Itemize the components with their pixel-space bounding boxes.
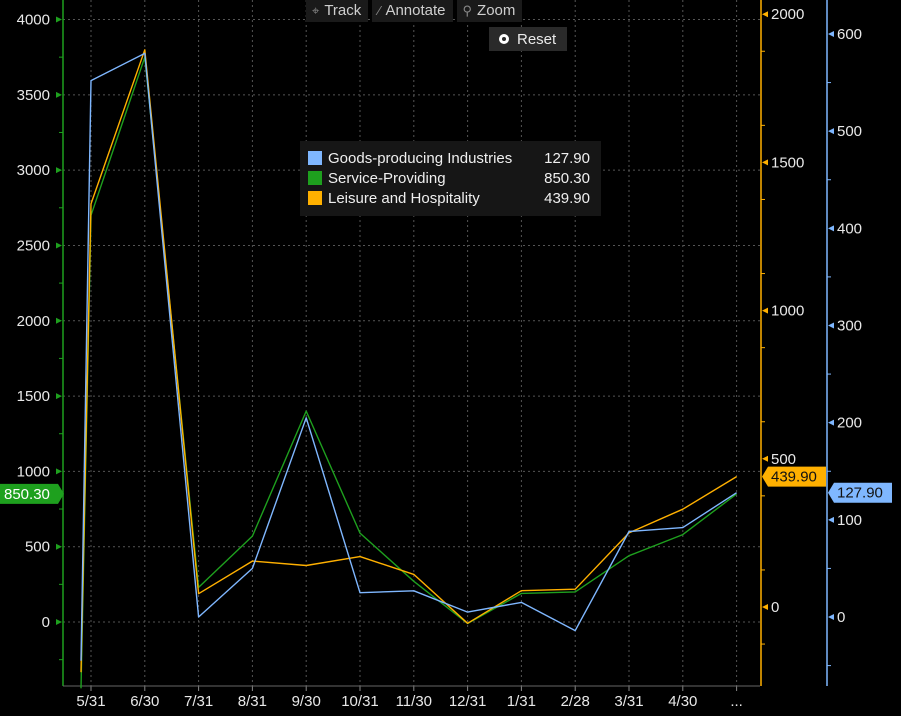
right-outer-tick-label: 300: [837, 317, 862, 334]
annotate-label: Annotate: [385, 2, 446, 19]
right-inner-tick-marker: [762, 11, 768, 18]
left-tick-label: 0: [42, 614, 50, 631]
legend-value: 127.90: [544, 149, 590, 167]
right-inner-tick-marker: [762, 604, 768, 610]
last-value-tag-label: 439.90: [771, 469, 817, 486]
track-button[interactable]: ⌖ Track: [306, 0, 369, 22]
right-outer-tick-label: 200: [837, 415, 862, 432]
left-tick-marker: [56, 16, 62, 23]
magnifier-icon: ⚲: [462, 2, 473, 18]
left-tick-label: 500: [25, 539, 50, 556]
x-tick-label: 4/30: [668, 693, 697, 710]
right-outer-tick-marker: [828, 419, 834, 426]
right-outer-tick-label: 600: [837, 26, 862, 43]
reset-label: Reset: [517, 30, 557, 48]
left-tick-label: 2500: [17, 237, 50, 254]
last-value-tag-label: 127.90: [837, 485, 883, 502]
right-outer-tick-marker: [828, 128, 834, 135]
legend-value: 850.30: [544, 169, 590, 187]
left-tick-marker: [56, 468, 62, 475]
left-tick-label: 3000: [17, 162, 50, 179]
left-tick-marker: [56, 91, 62, 98]
left-tick-marker: [56, 317, 62, 324]
x-tick-label: 3/31: [614, 693, 643, 710]
left-tick-label: 1000: [17, 463, 50, 480]
x-tick-label: 2/28: [561, 693, 590, 710]
left-tick-marker: [56, 543, 62, 550]
legend-label: Goods-producing Industries: [328, 149, 513, 167]
x-tick-label: 7/31: [184, 693, 213, 710]
legend-swatch: [308, 151, 322, 165]
left-tick-label: 4000: [17, 12, 50, 29]
legend-item-service[interactable]: Service-Providing 850.30: [308, 168, 601, 188]
last-value-tag-label: 850.30: [4, 486, 50, 503]
x-tick-label: 8/31: [238, 693, 267, 710]
crosshair-icon: ⌖: [312, 2, 320, 18]
x-tick-label: 10/31: [341, 693, 379, 710]
zoom-button[interactable]: ⚲ Zoom: [456, 0, 523, 22]
left-tick-label: 1500: [17, 388, 50, 405]
left-tick-marker: [56, 242, 62, 249]
right-inner-tick-marker: [762, 159, 768, 166]
legend-item-leisure[interactable]: Leisure and Hospitality 439.90: [308, 188, 601, 208]
legend-label: Leisure and Hospitality: [328, 189, 480, 207]
left-tick-marker: [56, 167, 62, 174]
right-inner-tick-label: 1000: [771, 303, 804, 320]
reset-button[interactable]: Reset: [489, 27, 567, 51]
legend-value: 439.90: [544, 189, 590, 207]
pencil-icon: ∕: [378, 3, 381, 18]
x-tick-label: 9/30: [292, 693, 321, 710]
right-inner-tick-marker: [762, 455, 768, 462]
right-outer-tick-marker: [828, 322, 834, 329]
right-inner-tick-label: 0: [771, 599, 779, 616]
legend-label: Service-Providing: [328, 169, 446, 187]
right-outer-tick-label: 400: [837, 220, 862, 237]
radio-dot-icon: [499, 34, 509, 44]
x-tick-label: 1/31: [507, 693, 536, 710]
x-tick-label: 11/30: [396, 693, 432, 710]
zoom-label: Zoom: [477, 2, 516, 19]
right-outer-tick-label: 100: [837, 512, 862, 529]
right-outer-tick-label: 0: [837, 609, 845, 626]
annotate-button[interactable]: ∕ Annotate: [372, 0, 453, 22]
right-inner-tick-label: 1500: [771, 154, 804, 171]
right-outer-tick-marker: [828, 30, 834, 37]
left-tick-label: 2000: [17, 313, 50, 330]
x-tick-label: ...: [730, 693, 743, 710]
left-tick-marker: [56, 619, 62, 625]
legend-swatch: [308, 171, 322, 185]
right-inner-tick-label: 2000: [771, 6, 804, 23]
right-outer-tick-marker: [828, 516, 834, 523]
chart-legend: Goods-producing Industries 127.90 Servic…: [300, 141, 601, 216]
legend-item-goods[interactable]: Goods-producing Industries 127.90: [308, 148, 601, 168]
left-tick-marker: [56, 393, 62, 400]
legend-swatch: [308, 191, 322, 205]
chart-toolbar: ⌖ Track ∕ Annotate ⚲ Zoom: [306, 0, 523, 22]
x-tick-label: 6/30: [130, 693, 159, 710]
left-tick-label: 3500: [17, 87, 50, 104]
right-inner-tick-label: 500: [771, 451, 796, 468]
right-inner-tick-marker: [762, 307, 768, 314]
right-outer-tick-label: 500: [837, 123, 862, 140]
track-label: Track: [324, 2, 362, 19]
right-outer-tick-marker: [828, 614, 834, 620]
chart-canvas[interactable]: 5/31 6/30 7/31 8/31 9/30 10/31 11/30 12/31 1/31 2…: [0, 0, 901, 716]
right-outer-tick-marker: [828, 225, 834, 232]
x-tick-label: 12/31: [449, 693, 487, 710]
x-tick-label: 5/31: [76, 693, 105, 710]
